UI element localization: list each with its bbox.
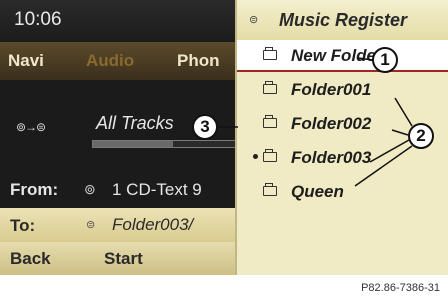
status-bar: 10:06 — [0, 0, 235, 42]
main-menu-bar: Navi Audio Phon — [0, 42, 235, 80]
back-button[interactable]: Back — [10, 249, 51, 269]
menu-phone[interactable]: Phon — [177, 51, 220, 71]
callout-3: 3 — [192, 114, 218, 140]
callout-2: 2 — [408, 123, 434, 149]
menu-audio[interactable]: Audio — [86, 51, 134, 71]
copy-from-row: From: ⊚ 1 CD-Text 9 — [0, 172, 235, 208]
list-item-label: Folder003 — [291, 148, 372, 167]
bottom-bar: Back Start — [0, 242, 235, 275]
list-item-label: Queen — [291, 182, 344, 201]
clock: 10:06 — [14, 9, 62, 30]
list-item-queen[interactable]: Queen — [237, 176, 448, 208]
current-marker — [253, 154, 258, 159]
folder-icon — [263, 149, 277, 162]
figure-caption: P82.86-7386-31 — [361, 282, 440, 294]
copy-to-row[interactable]: To: ⊜ Folder003/ — [0, 208, 235, 242]
panel-header: ⊜ Music Register — [237, 0, 448, 40]
cd-icon: ⊚ — [84, 181, 96, 197]
list-item-new-folder[interactable]: New Folder — [237, 40, 448, 72]
progress-fill — [93, 141, 173, 147]
list-item-label: Folder002 — [291, 114, 372, 133]
menu-navi[interactable]: Navi — [8, 51, 44, 71]
hdd-icon: ⊜ — [86, 219, 96, 231]
list-item-folder001[interactable]: Folder001 — [237, 74, 448, 106]
start-button[interactable]: Start — [104, 249, 143, 269]
from-label: From: — [10, 180, 59, 199]
folder-icon — [263, 47, 277, 60]
hdd-icon: ⊜ — [249, 14, 259, 26]
list-item-label: New Folder — [291, 46, 383, 65]
from-value: 1 CD-Text 9 — [112, 180, 202, 199]
to-label: To: — [10, 216, 36, 235]
folder-icon — [263, 115, 277, 128]
track-text: All Tracks — [96, 113, 174, 133]
folder-icon — [263, 183, 277, 196]
folder-icon — [263, 81, 277, 94]
callout-1: 1 — [372, 47, 398, 73]
progress-bar — [92, 140, 254, 148]
cd-to-hdd-icon: ⊚→⊜ — [16, 120, 46, 134]
to-value: Folder003/ — [112, 215, 194, 234]
screen: 10:06 Navi Audio Phon ⊚→⊜ All Tracks Fro… — [0, 0, 448, 275]
panel-title: Music Register — [279, 10, 408, 30]
list-item-label: Folder001 — [291, 80, 372, 99]
